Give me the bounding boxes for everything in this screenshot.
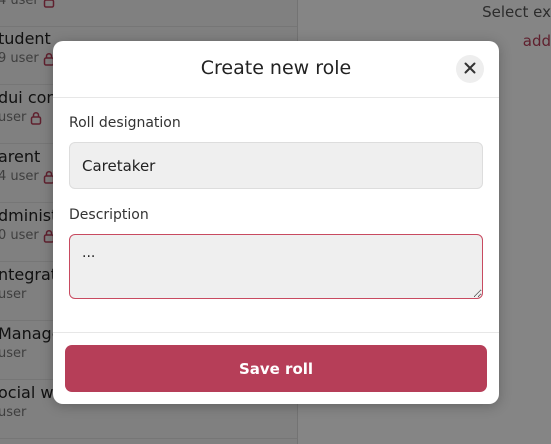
description-label: Description <box>69 207 149 223</box>
close-button[interactable] <box>456 55 484 83</box>
role-designation-input[interactable] <box>69 142 483 189</box>
footer-divider <box>53 332 499 333</box>
create-role-modal: Create new role Roll designation Descrip… <box>53 41 499 404</box>
description-textarea[interactable]: ... <box>69 234 483 299</box>
role-designation-label: Roll designation <box>69 115 181 131</box>
save-role-button[interactable]: Save roll <box>65 345 487 392</box>
modal-header: Create new role <box>53 41 499 98</box>
modal-title: Create new role <box>200 57 352 79</box>
close-icon <box>464 62 476 77</box>
app-root: 4 user tudent 9 user dui con user arent … <box>0 0 551 444</box>
